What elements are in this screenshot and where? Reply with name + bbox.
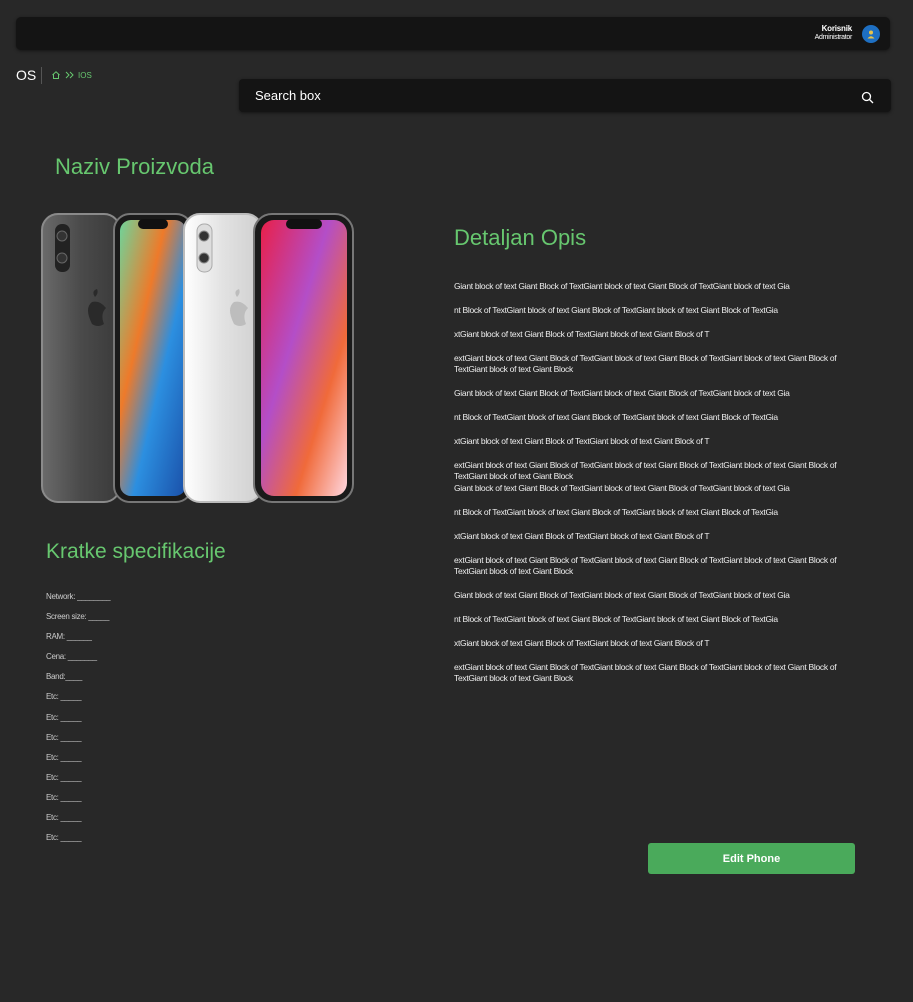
spec-row: RAM: ______ [46,632,92,642]
description-paragraph: extGiant block of text Giant Block of Te… [454,662,837,683]
specs-title: Kratke specifikacije [46,540,226,563]
description-paragraph: nt Block of TextGiant block of text Gian… [454,507,778,517]
breadcrumb: IOS [51,70,92,80]
spec-row: Screen size: _____ [46,612,110,622]
description-paragraph: xtGiant block of text Giant Block of Tex… [454,329,710,339]
description-paragraph: extGiant block of text Giant Block of Te… [454,353,837,374]
description-title: Detaljan Opis [454,225,587,250]
spec-row: Etc: _____ [46,833,82,843]
edit-phone-button[interactable]: Edit Phone [648,843,855,874]
user-name: Korisnik [821,24,853,33]
description-paragraph: nt Block of TextGiant block of text Gian… [454,614,778,624]
title-divider [41,67,42,84]
search-icon[interactable] [861,89,874,108]
description-paragraph: xtGiant block of text Giant Block of Tex… [454,436,710,446]
spec-row: Etc: _____ [46,692,82,702]
breadcrumb-current[interactable]: IOS [78,71,92,80]
user-avatar-icon[interactable] [862,25,880,43]
page-title: OS [16,67,37,83]
spec-row: Etc: _____ [46,752,82,762]
phone-image [41,213,354,503]
spec-row: Etc: _____ [46,792,82,802]
spec-row: Etc: _____ [46,813,82,823]
description-paragraph: extGiant block of text Giant Block of Te… [454,460,837,481]
user-role: Administrator [814,34,853,41]
description-paragraph: xtGiant block of text Giant Block of Tex… [454,638,710,648]
description-paragraph: nt Block of TextGiant block of text Gian… [454,412,778,422]
search-bar[interactable]: Search box [239,79,891,112]
spec-row: Cena: _______ [46,652,97,662]
search-input[interactable]: Search box [255,88,321,103]
spec-row: Etc: _____ [46,772,82,782]
home-icon[interactable] [51,70,61,80]
specs-list: Network: ________ Screen size: _____ RAM… [46,592,111,853]
description-paragraph: nt Block of TextGiant block of text Gian… [454,305,778,315]
spec-row: Etc: _____ [46,712,82,722]
product-name: Naziv Proizvoda [55,154,214,179]
description-paragraph: Giant block of text Giant Block of TextG… [454,388,790,398]
spec-row: Network: ________ [46,592,111,601]
description-paragraph: xtGiant block of text Giant Block of Tex… [454,531,710,541]
description-text: Giant block of text Giant Block of TextG… [454,281,852,684]
description-paragraph: extGiant block of text Giant Block of Te… [454,555,837,576]
user-info[interactable]: Korisnik Administrator [814,24,853,42]
spec-row: Band:____ [46,672,83,682]
description-paragraph: Giant block of text Giant Block of TextG… [454,483,790,493]
double-chevron-right-icon [65,71,74,79]
top-bar: Korisnik Administrator [16,17,890,50]
description-paragraph: Giant block of text Giant Block of TextG… [454,281,790,291]
description-paragraph: Giant block of text Giant Block of TextG… [454,590,790,600]
spec-row: Etc: _____ [46,732,82,742]
